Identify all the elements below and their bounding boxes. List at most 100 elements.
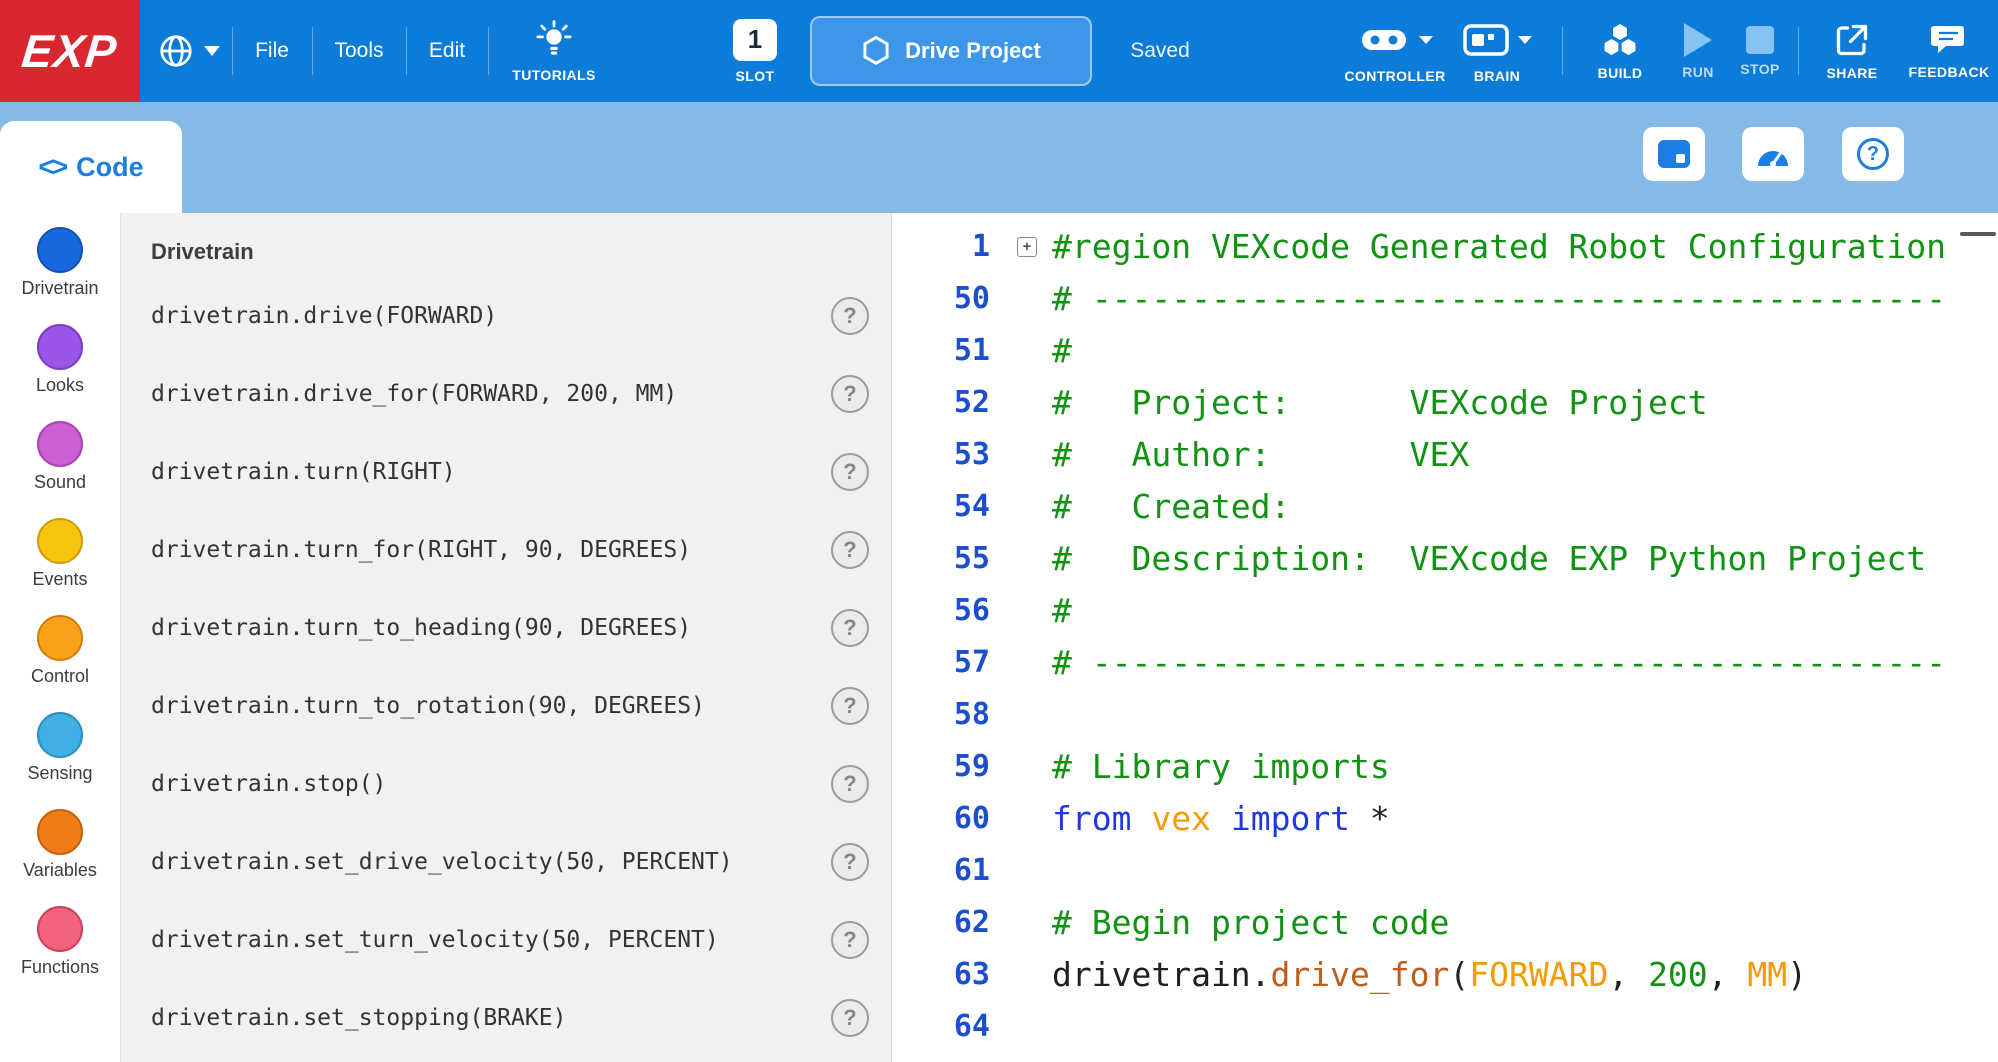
sidebar-item-sensing[interactable]: Sensing xyxy=(0,712,120,784)
palette-command-row[interactable]: drivetrain.set_stopping(BRAKE)? xyxy=(121,979,891,1057)
dashboard-button[interactable] xyxy=(1742,127,1804,181)
code-text: from vex import * xyxy=(1044,793,1390,845)
code-line[interactable]: 50# ------------------------------------… xyxy=(892,273,1998,325)
sidebar-item-variables[interactable]: Variables xyxy=(0,809,120,881)
chevron-down-icon xyxy=(1518,36,1532,44)
feedback-icon xyxy=(1930,23,1968,57)
palette-command-row[interactable]: drivetrain.drive(FORWARD)? xyxy=(121,277,891,355)
menu-edit[interactable]: Edit xyxy=(414,0,480,102)
menu-tools[interactable]: Tools xyxy=(320,0,398,102)
code-token: 200 xyxy=(1648,955,1708,994)
command-help-button[interactable]: ? xyxy=(831,921,869,959)
stop-button[interactable]: STOP xyxy=(1730,0,1790,102)
feedback-button[interactable]: FEEDBACK xyxy=(1900,0,1998,102)
sidebar-item-sound[interactable]: Sound xyxy=(0,421,120,493)
slot-number: 1 xyxy=(748,24,762,55)
gauge-icon xyxy=(1753,138,1793,170)
code-line[interactable]: 54# Created: xyxy=(892,481,1998,533)
lightbulb-icon xyxy=(535,20,573,60)
code-line[interactable]: 61 xyxy=(892,845,1998,897)
line-number: 52 xyxy=(892,377,1010,429)
palette-command-row[interactable]: drivetrain.set_turn_velocity(50, PERCENT… xyxy=(121,901,891,979)
code-token: MM xyxy=(1747,955,1787,994)
code-line[interactable]: 53# Author: VEX xyxy=(892,429,1998,481)
language-selector[interactable] xyxy=(146,0,232,102)
code-line[interactable]: 57# ------------------------------------… xyxy=(892,637,1998,689)
build-button[interactable]: BUILD xyxy=(1572,0,1668,102)
command-help-button[interactable]: ? xyxy=(831,531,869,569)
command-help-button[interactable]: ? xyxy=(831,375,869,413)
command-help-button[interactable]: ? xyxy=(831,453,869,491)
sidebar-item-functions[interactable]: Functions xyxy=(0,906,120,978)
run-label: RUN xyxy=(1682,64,1714,80)
code-token: # Begin project code xyxy=(1052,903,1449,942)
code-line[interactable]: 59# Library imports xyxy=(892,741,1998,793)
code-line[interactable]: 1+#region VEXcode Generated Robot Config… xyxy=(892,221,1998,273)
tutorials-button[interactable]: TUTORIALS xyxy=(492,0,616,102)
divider xyxy=(312,27,313,75)
palette-command-row[interactable]: drivetrain.drive_for(FORWARD, 200, MM)? xyxy=(121,355,891,433)
sidebar-item-drivetrain[interactable]: Drivetrain xyxy=(0,227,120,299)
palette-command-row[interactable]: drivetrain.turn(RIGHT)? xyxy=(121,433,891,511)
share-button[interactable]: SHARE xyxy=(1806,0,1898,102)
code-line[interactable]: 58 xyxy=(892,689,1998,741)
code-text: # Created: xyxy=(1044,481,1290,533)
sidebar-item-control[interactable]: Control xyxy=(0,615,120,687)
code-text: # xyxy=(1044,585,1072,637)
code-token: #region VEXcode Generated Robot Configur… xyxy=(1052,227,1946,266)
code-text: # --------------------------------------… xyxy=(1044,273,1946,325)
command-text: drivetrain.stop() xyxy=(151,771,386,797)
code-line[interactable]: 62 # Begin project code xyxy=(892,897,1998,949)
code-line[interactable]: 63drivetrain.drive_for(FORWARD, 200, MM) xyxy=(892,949,1998,1001)
command-help-button[interactable]: ? xyxy=(831,687,869,725)
tab-code[interactable]: <> Code xyxy=(0,121,182,213)
command-help-button[interactable]: ? xyxy=(831,297,869,335)
sound-category-icon xyxy=(37,421,83,467)
code-token: # Project: VEXcode Project xyxy=(1052,383,1708,422)
help-button[interactable]: ? xyxy=(1842,127,1904,181)
logo-text: EXP xyxy=(20,24,121,78)
code-line[interactable]: 60from vex import * xyxy=(892,793,1998,845)
divider xyxy=(406,27,407,75)
code-editor[interactable]: 1+#region VEXcode Generated Robot Config… xyxy=(892,213,1998,1062)
code-line[interactable]: 55# Description: VEXcode EXP Python Proj… xyxy=(892,533,1998,585)
command-text: drivetrain.set_stopping(BRAKE) xyxy=(151,1005,566,1031)
hexagon-icon xyxy=(861,35,891,67)
menu-file[interactable]: File xyxy=(240,0,304,102)
code-text: # Library imports xyxy=(1044,741,1390,793)
secondary-toolbar: <> Code ? xyxy=(0,102,1998,213)
run-button[interactable]: RUN xyxy=(1668,0,1728,102)
sidebar-item-events[interactable]: Events xyxy=(0,518,120,590)
palette-command-row[interactable]: drivetrain.turn_for(RIGHT, 90, DEGREES)? xyxy=(121,511,891,589)
project-name-button[interactable]: Drive Project xyxy=(810,16,1092,86)
build-icon xyxy=(1598,22,1642,58)
palette-command-row[interactable]: drivetrain.turn_to_heading(90, DEGREES)? xyxy=(121,589,891,667)
code-token: # xyxy=(1052,331,1072,370)
code-line[interactable]: 51# xyxy=(892,325,1998,377)
palette-command-row[interactable]: drivetrain.set_drive_velocity(50, PERCEN… xyxy=(121,823,891,901)
brain-icon xyxy=(1463,24,1509,56)
code-line[interactable]: 52 # Project: VEXcode Project xyxy=(892,377,1998,429)
line-number: 62 xyxy=(892,897,1010,949)
events-category-icon xyxy=(37,518,83,564)
divider xyxy=(232,27,233,75)
slot-selector[interactable]: 1 SLOT xyxy=(700,0,810,102)
sidebar-item-looks[interactable]: Looks xyxy=(0,324,120,396)
brain-button[interactable]: BRAIN xyxy=(1447,0,1547,102)
command-text: drivetrain.set_drive_velocity(50, PERCEN… xyxy=(151,849,733,875)
code-token: # Library imports xyxy=(1052,747,1390,786)
command-text: drivetrain.turn_for(RIGHT, 90, DEGREES) xyxy=(151,537,691,563)
command-help-button[interactable]: ? xyxy=(831,765,869,803)
palette-command-row[interactable]: drivetrain.turn_to_rotation(90, DEGREES)… xyxy=(121,667,891,745)
code-token: drive_for xyxy=(1271,955,1450,994)
fold-expand-icon[interactable]: + xyxy=(1017,237,1037,257)
command-help-button[interactable]: ? xyxy=(831,999,869,1037)
console-button[interactable] xyxy=(1643,127,1705,181)
command-text: drivetrain.turn_to_rotation(90, DEGREES) xyxy=(151,693,705,719)
command-help-button[interactable]: ? xyxy=(831,609,869,647)
palette-command-row[interactable]: drivetrain.stop()? xyxy=(121,745,891,823)
code-line[interactable]: 56# xyxy=(892,585,1998,637)
command-help-button[interactable]: ? xyxy=(831,843,869,881)
controller-button[interactable]: CONTROLLER xyxy=(1330,0,1460,102)
code-line[interactable]: 64 xyxy=(892,1001,1998,1053)
